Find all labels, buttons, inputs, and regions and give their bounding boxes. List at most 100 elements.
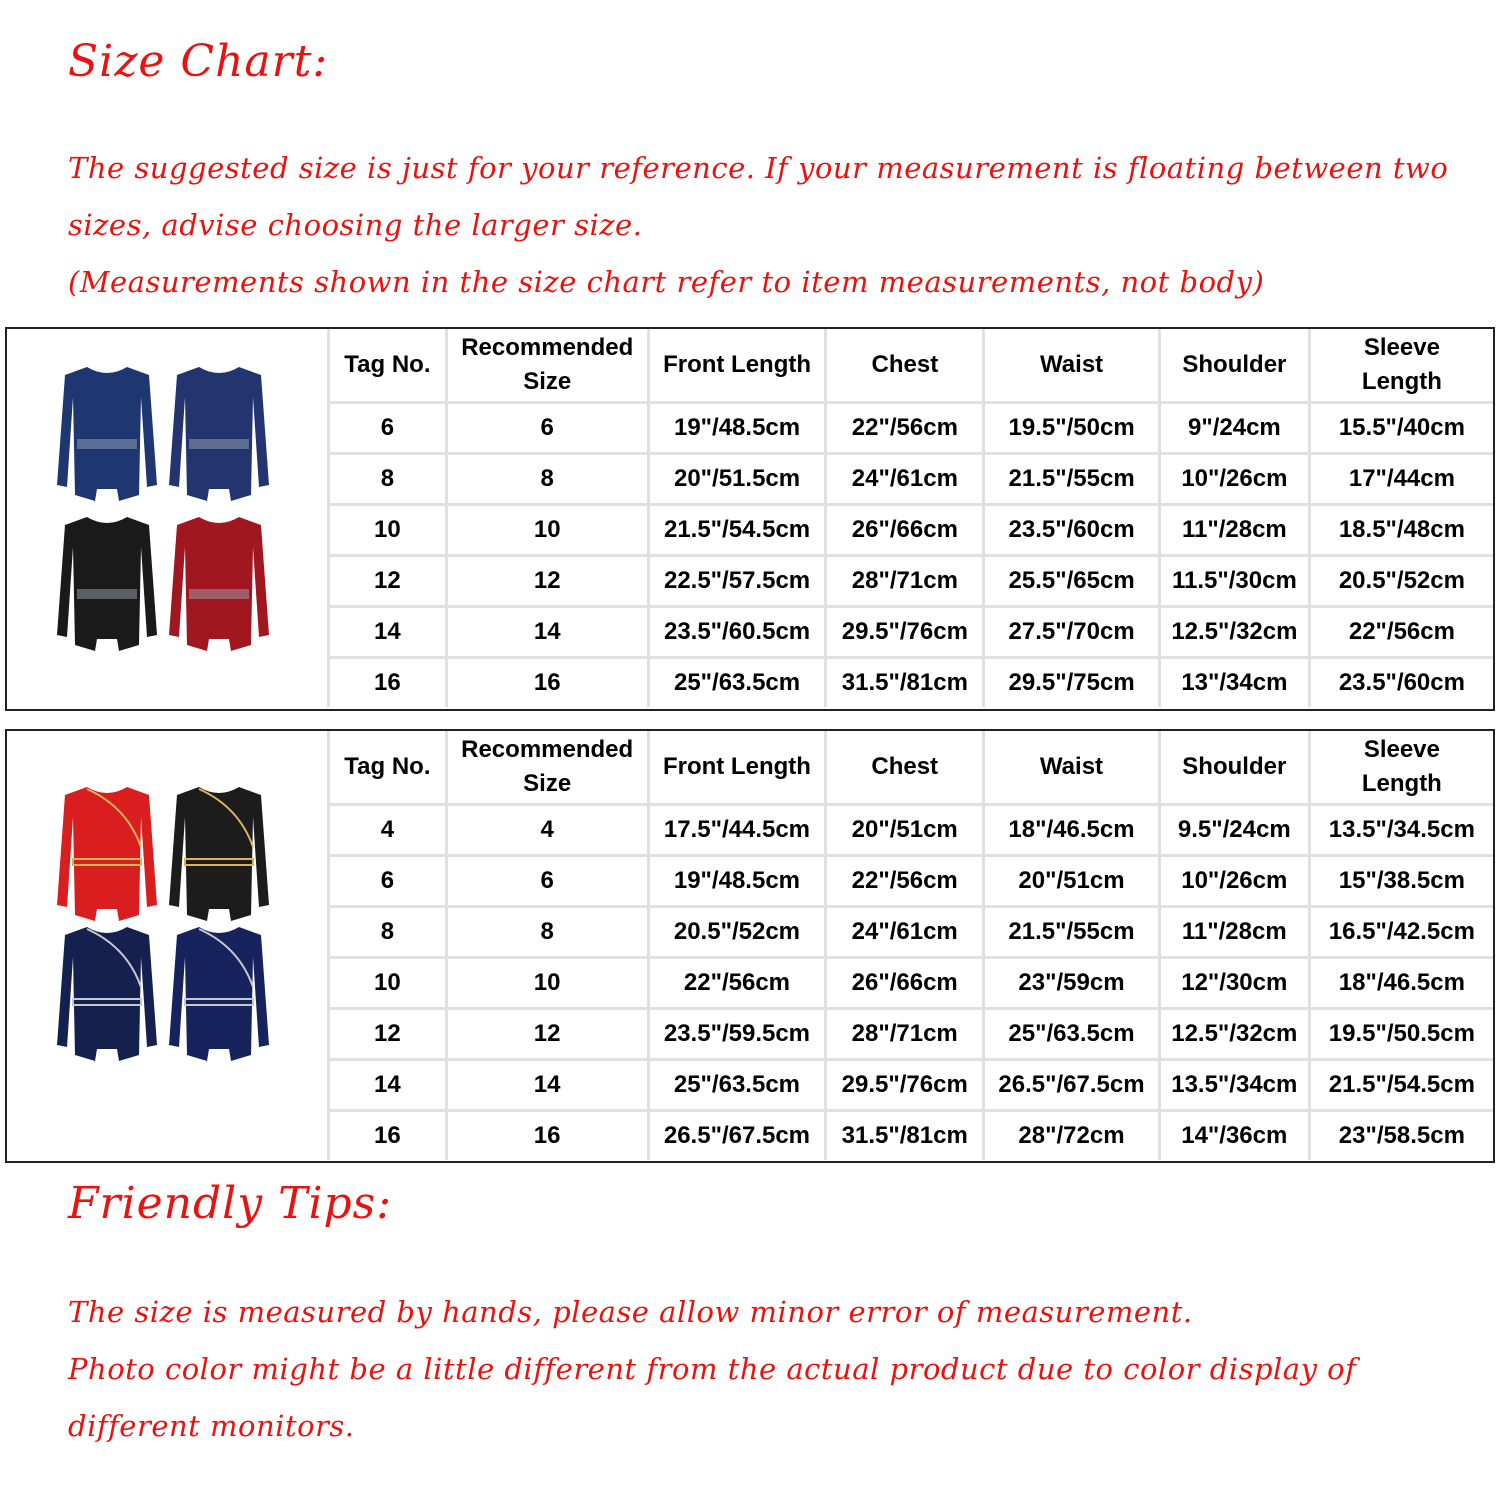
column-header: Waist [982,329,1161,404]
table-cell: 20.5"/52cm [1307,554,1493,608]
column-header-text: Waist [1040,351,1104,378]
column-header-text: Tag No. [344,351,431,378]
table-cell: 12 [327,1007,448,1061]
table-cell: 20"/51cm [982,854,1161,908]
table-cell: 12 [444,554,650,608]
column-header: Front Length [646,731,828,806]
leotard-images-icon [57,367,269,651]
table-cell: 21.5"/55cm [982,452,1161,506]
column-header-text: Recommended [461,334,634,361]
table-cell: 8 [327,452,448,506]
table-cell: 24"/61cm [824,452,986,506]
tip-line: different monitors. [68,1409,355,1443]
size-table-grid: Tag No. Recommended Size Front Length Chest W… [327,329,1493,707]
table-cell: 12 [444,1007,650,1061]
table-cell: 29.5"/75cm [982,656,1161,707]
column-header-text: Sleeve [1363,334,1440,361]
column-header-text: Front Length [662,753,811,780]
table-cell: 15.5"/40cm [1307,401,1493,455]
column-header: Front Length [646,329,828,404]
table-row: 10 10 22"/56cm 26"/66cm 23"/59cm 12"/30cm 18"/… [327,956,1493,1010]
column-header-text: Length [1361,368,1442,395]
column-header-text: Chest [871,753,939,780]
product-image-2 [7,731,327,1161]
column-header-text: Shoulder [1182,753,1287,780]
column-header: Recommended Size [444,731,650,806]
intro-text: The suggested size is just for your refe… [68,140,1448,311]
table-cell: 14 [444,1058,650,1112]
table-cell: 23.5"/60cm [982,503,1161,557]
table-header-row: Tag No. Recommended Size Front Length Chest W… [327,731,1493,806]
leotard-icon [169,787,269,921]
column-header: Shoulder [1157,329,1311,404]
table-cell: 31.5"/81cm [824,656,986,707]
tip-line: Photo color might be a little different … [68,1352,1357,1386]
column-header-text: Shoulder [1182,351,1287,378]
table-row: 16 16 25"/63.5cm 31.5"/81cm 29.5"/75cm 13"/34… [327,656,1493,707]
table-cell: 25.5"/65cm [982,554,1161,608]
friendly-tips-title: Friendly Tips: [68,1178,393,1229]
column-header: Sleeve Length [1307,731,1493,806]
leotard-icon [57,787,157,921]
table-cell: 28"/71cm [824,1007,986,1061]
table-cell: 21.5"/54.5cm [1307,1058,1493,1112]
table-row: 4 4 17.5"/44.5cm 20"/51cm 18"/46.5cm 9.5"/24c… [327,803,1493,857]
table-header-row: Tag No. Recommended Size Front Length Chest W… [327,329,1493,404]
table-row: 12 12 23.5"/59.5cm 28"/71cm 25"/63.5cm 12.5"/… [327,1007,1493,1061]
table-cell: 22.5"/57.5cm [646,554,828,608]
table-cell: 25"/63.5cm [646,656,828,707]
table-cell: 27.5"/70cm [982,605,1161,659]
table-cell: 13"/34cm [1157,656,1311,707]
column-header-text: Chest [871,351,939,378]
table-row: 6 6 19"/48.5cm 22"/56cm 19.5"/50cm 9"/24cm 15.… [327,401,1493,455]
leotard-icon [169,517,269,651]
column-header: Recommended Size [444,329,650,404]
tips-text: The size is measured by hands, please al… [68,1284,1356,1455]
table-row: 14 14 25"/63.5cm 29.5"/76cm 26.5"/67.5cm 13.5… [327,1058,1493,1112]
leotard-icon [57,927,157,1061]
column-header: Chest [824,329,986,404]
leotard-icon [57,517,157,651]
table-cell: 17"/44cm [1307,452,1493,506]
table-cell: 10 [444,956,650,1010]
table-cell: 16.5"/42.5cm [1307,905,1493,959]
leotard-images-icon [57,787,269,1061]
table-cell: 18"/46.5cm [1307,956,1493,1010]
table-cell: 14"/36cm [1157,1109,1311,1160]
table-row: 14 14 23.5"/60.5cm 29.5"/76cm 27.5"/70cm 12.5… [327,605,1493,659]
table-cell: 21.5"/55cm [982,905,1161,959]
column-header: Chest [824,731,986,806]
table-cell: 20.5"/52cm [646,905,828,959]
table-cell: 8 [444,452,650,506]
table-cell: 12.5"/32cm [1157,1007,1311,1061]
table-cell: 6 [444,854,650,908]
table-row: 8 8 20"/51.5cm 24"/61cm 21.5"/55cm 10"/26cm 17… [327,452,1493,506]
table-cell: 16 [444,656,650,707]
table-cell: 29.5"/76cm [824,1058,986,1112]
column-header-text: Tag No. [344,753,431,780]
size-chart-title: Size Chart: [68,36,329,87]
column-header: Sleeve Length [1307,329,1493,404]
table-cell: 18.5"/48cm [1307,503,1493,557]
leotard-icon [57,367,157,501]
table-cell: 13.5"/34.5cm [1307,803,1493,857]
table-cell: 20"/51cm [824,803,986,857]
table-cell: 22"/56cm [824,401,986,455]
column-header-text: Size [523,368,572,395]
table-cell: 23.5"/59.5cm [646,1007,828,1061]
table-cell: 21.5"/54.5cm [646,503,828,557]
table-cell: 22"/56cm [1307,605,1493,659]
table-cell: 22"/56cm [824,854,986,908]
table-cell: 4 [327,803,448,857]
leotard-icon [169,927,269,1061]
table-cell: 16 [327,1109,448,1160]
table-cell: 19"/48.5cm [646,401,828,455]
intro-line: (Measurements shown in the size chart re… [68,265,1265,299]
table-cell: 19.5"/50.5cm [1307,1007,1493,1061]
table-cell: 12.5"/32cm [1157,605,1311,659]
product-image-1 [7,329,327,709]
table-cell: 25"/63.5cm [982,1007,1161,1061]
table-cell: 28"/72cm [982,1109,1161,1160]
table-cell: 12 [327,554,448,608]
table-cell: 8 [444,905,650,959]
